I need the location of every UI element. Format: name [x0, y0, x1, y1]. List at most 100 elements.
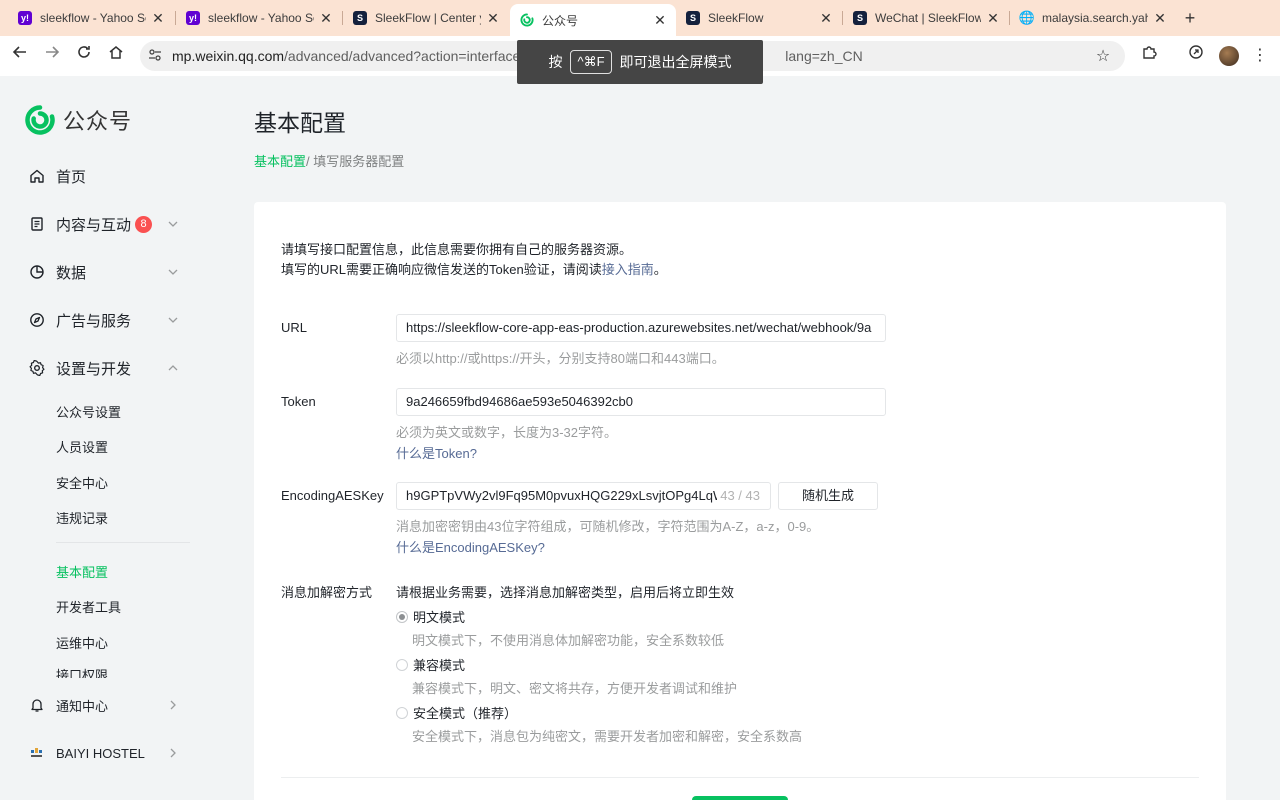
back-arrow-icon[interactable]	[8, 44, 32, 68]
wechat-mp-logo-icon	[25, 105, 55, 135]
chevron-right-icon[interactable]	[166, 698, 180, 712]
toast-suffix: 即可退出全屏模式	[619, 54, 732, 70]
tab-title: sleekflow - Yahoo Se	[40, 11, 146, 25]
form-divider	[281, 777, 1199, 778]
random-generate-button[interactable]: 随机生成	[778, 482, 878, 510]
radio-button[interactable]	[396, 706, 408, 719]
breadcrumb-separator: /	[306, 154, 310, 169]
breadcrumb-link[interactable]: 基本配置	[254, 154, 306, 169]
server-config-card: 请填写接口配置信息，此信息需要你拥有自己的服务器资源。 填写的URL需要正确响应…	[254, 202, 1226, 800]
sidebar-subitem-label: 接口权限	[56, 668, 109, 678]
extensions-puzzle-icon[interactable]	[1137, 44, 1161, 68]
home-icon[interactable]	[104, 44, 128, 68]
sidebar-item-content[interactable]: 内容与互动 8	[28, 210, 180, 238]
wechat-mp-icon	[520, 13, 534, 27]
more-menu-icon[interactable]: ⋮	[1252, 44, 1268, 68]
close-icon[interactable]: ✕	[985, 10, 1001, 27]
char-counter: 43 / 43	[717, 483, 760, 509]
sidebar-subitem-security-center[interactable]: 安全中心	[56, 473, 108, 492]
browser-tab[interactable]: 🌐 malaysia.search.yah ✕	[1010, 4, 1176, 32]
token-input[interactable]: 9a246659fbd94686ae593e5046392cb0	[396, 388, 886, 416]
url-label: URL	[281, 320, 308, 335]
sidebar-subitem-violation-records[interactable]: 违规记录	[56, 508, 108, 527]
close-icon[interactable]: ✕	[652, 12, 668, 29]
chevron-down-icon[interactable]	[166, 217, 180, 231]
sidebar-item-home[interactable]: 首页	[28, 162, 180, 190]
radio-label: 兼容模式	[413, 658, 466, 673]
sidebar-subitem-basic-config[interactable]: 基本配置	[56, 562, 108, 581]
intro-text-segment: 。	[653, 262, 667, 277]
browser-tab[interactable]: y! sleekflow - Yahoo Se ✕	[176, 4, 342, 32]
site-settings-icon[interactable]	[148, 48, 168, 65]
new-tab-button[interactable]: +	[1178, 6, 1202, 30]
sidebar-divider	[56, 542, 190, 543]
sleekflow-icon: S	[686, 11, 700, 25]
close-icon[interactable]: ✕	[150, 10, 166, 27]
sleekflow-icon: S	[853, 11, 867, 25]
url-host: mp.weixin.qq.com	[172, 48, 285, 64]
close-icon[interactable]: ✕	[485, 10, 501, 27]
intro-line: 请填写接口配置信息，此信息需要你拥有自己的服务器资源。	[281, 242, 633, 257]
token-hint: 必须为英文或数字，长度为3-32字符。	[396, 425, 618, 440]
chevron-down-icon[interactable]	[166, 265, 180, 279]
sidebar-subitem-api-permissions[interactable]: 接口权限	[56, 664, 176, 678]
url-hint: 必须以http://或https://开头，分别支持80端口和443端口。	[396, 351, 725, 366]
radio-secure-mode[interactable]: 安全模式（推荐）	[396, 703, 517, 722]
breadcrumb-current: 填写服务器配置	[313, 154, 405, 169]
close-icon[interactable]: ✕	[1152, 10, 1168, 27]
brand-logo[interactable]: 公众号	[25, 104, 132, 136]
sidebar-item-label: 内容与互动	[56, 216, 132, 234]
extension-icon[interactable]	[1184, 44, 1208, 68]
submit-button[interactable]	[692, 796, 788, 800]
profile-avatar[interactable]	[1219, 46, 1239, 66]
browser-tab-active[interactable]: 公众号 ✕	[510, 4, 676, 36]
url-input[interactable]: https://sleekflow-core-app-eas-productio…	[396, 314, 886, 342]
sidebar-item-label: 首页	[56, 168, 87, 186]
sidebar-item-settings[interactable]: 设置与开发	[28, 354, 180, 382]
browser-tab[interactable]: S SleekFlow | Center y ✕	[343, 4, 509, 32]
aes-key-label: EncodingAESKey	[281, 488, 384, 503]
tab-title: WeChat | SleekFlow	[875, 11, 981, 25]
aes-key-help-link[interactable]: 什么是EncodingAESKey?	[396, 537, 545, 556]
hostel-logo-icon	[28, 744, 46, 762]
radio-label: 明文模式	[413, 610, 466, 625]
chevron-up-icon[interactable]	[166, 361, 180, 375]
encryption-mode-label: 消息加解密方式	[281, 585, 373, 600]
bookmark-star-icon[interactable]: ☆	[1091, 46, 1115, 66]
radio-description: 安全模式下，消息包为纯密文，需要开发者加密和解密，安全系数高	[412, 729, 803, 744]
tab-title: 公众号	[542, 13, 579, 28]
account-name: BAIYI HOSTEL	[56, 745, 145, 761]
aes-key-input[interactable]: h9GPTpVWy2vl9Fq95M0pvuxHQG229xLsvjtOPg4L…	[396, 482, 771, 510]
sidebar-account-switcher[interactable]: BAIYI HOSTEL	[28, 739, 180, 767]
radio-compatible-mode[interactable]: 兼容模式	[396, 655, 465, 674]
chevron-right-icon[interactable]	[166, 746, 180, 760]
browser-tab[interactable]: S WeChat | SleekFlow ✕	[843, 4, 1009, 32]
radio-button-checked[interactable]	[396, 610, 408, 623]
breadcrumb: 基本配置/ 填写服务器配置	[254, 151, 404, 170]
document-icon	[28, 215, 46, 233]
sidebar-item-ads[interactable]: 广告与服务	[28, 306, 180, 334]
sidebar-subitem-account-settings[interactable]: 公众号设置	[56, 402, 121, 421]
access-guide-link[interactable]: 接入指南	[602, 262, 654, 277]
close-icon[interactable]: ✕	[818, 10, 834, 27]
radio-description: 兼容模式下，明文、密文将共存，方便开发者调试和维护	[412, 681, 738, 696]
radio-label: 安全模式（推荐）	[413, 706, 518, 721]
reload-icon[interactable]	[72, 44, 96, 68]
browser-tab[interactable]: y! sleekflow - Yahoo Se ✕	[8, 4, 174, 32]
browser-tab-strip: y! sleekflow - Yahoo Se ✕ y! sleekflow -…	[0, 0, 1280, 36]
close-icon[interactable]: ✕	[318, 10, 334, 27]
sidebar-item-data[interactable]: 数据	[28, 258, 180, 286]
toast-prefix: 按	[548, 54, 563, 70]
radio-button[interactable]	[396, 658, 408, 671]
sidebar-subitem-developer-tools[interactable]: 开发者工具	[56, 597, 121, 616]
sidebar-item-notifications[interactable]: 通知中心	[28, 691, 180, 719]
chevron-down-icon[interactable]	[166, 313, 180, 327]
token-help-link[interactable]: 什么是Token?	[396, 443, 477, 462]
browser-tab[interactable]: S SleekFlow ✕	[676, 4, 842, 32]
radio-plaintext-mode[interactable]: 明文模式	[396, 607, 465, 626]
sidebar-subitem-ops-center[interactable]: 运维中心	[56, 633, 108, 652]
forward-arrow-icon[interactable]	[40, 44, 64, 68]
sidebar-subitem-member-settings[interactable]: 人员设置	[56, 437, 108, 456]
page-title: 基本配置	[254, 110, 346, 136]
sidebar-item-label: 数据	[56, 264, 87, 282]
